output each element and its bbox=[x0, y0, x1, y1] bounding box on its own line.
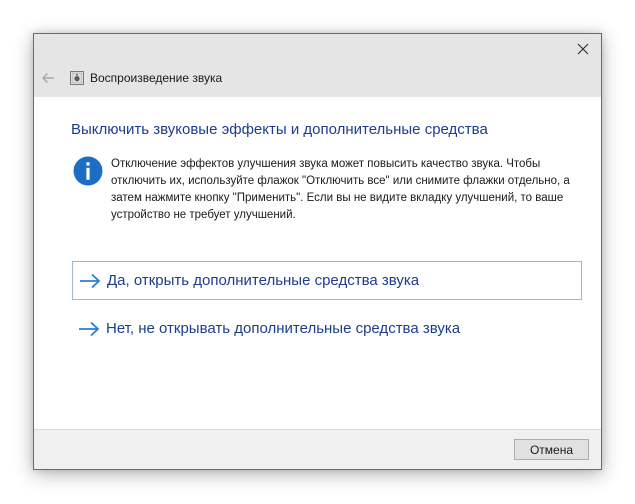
open-enhancements-option[interactable]: Да, открыть дополнительные средства звук… bbox=[72, 261, 582, 300]
cancel-button[interactable]: Отмена bbox=[514, 439, 589, 460]
back-button[interactable] bbox=[40, 70, 56, 86]
dialog-heading: Выключить звуковые эффекты и дополнитель… bbox=[71, 121, 488, 138]
speaker-icon bbox=[70, 71, 84, 85]
open-enhancements-label: Да, открыть дополнительные средства звук… bbox=[107, 272, 420, 289]
dialog-content: Выключить звуковые эффекты и дополнитель… bbox=[34, 97, 601, 431]
desktop-background: Воспроизведение звука Выключить звуковые… bbox=[0, 0, 635, 504]
dont-open-enhancements-option[interactable]: Нет, не открывать дополнительные средств… bbox=[72, 309, 582, 348]
back-arrow-icon bbox=[42, 73, 54, 83]
info-message: Отключение эффектов улучшения звука може… bbox=[111, 158, 570, 221]
dont-open-enhancements-label: Нет, не открывать дополнительные средств… bbox=[106, 320, 461, 337]
title-bar: Воспроизведение звука bbox=[34, 34, 601, 97]
dialog-footer: Отмена bbox=[34, 429, 601, 469]
arrow-right-icon bbox=[80, 273, 101, 288]
sound-dialog-window: Воспроизведение звука Выключить звуковые… bbox=[33, 33, 602, 470]
arrow-right-icon bbox=[79, 321, 100, 336]
info-icon bbox=[73, 156, 103, 186]
close-button[interactable] bbox=[571, 38, 595, 60]
close-icon bbox=[577, 43, 589, 55]
window-title: Воспроизведение звука bbox=[90, 71, 223, 85]
